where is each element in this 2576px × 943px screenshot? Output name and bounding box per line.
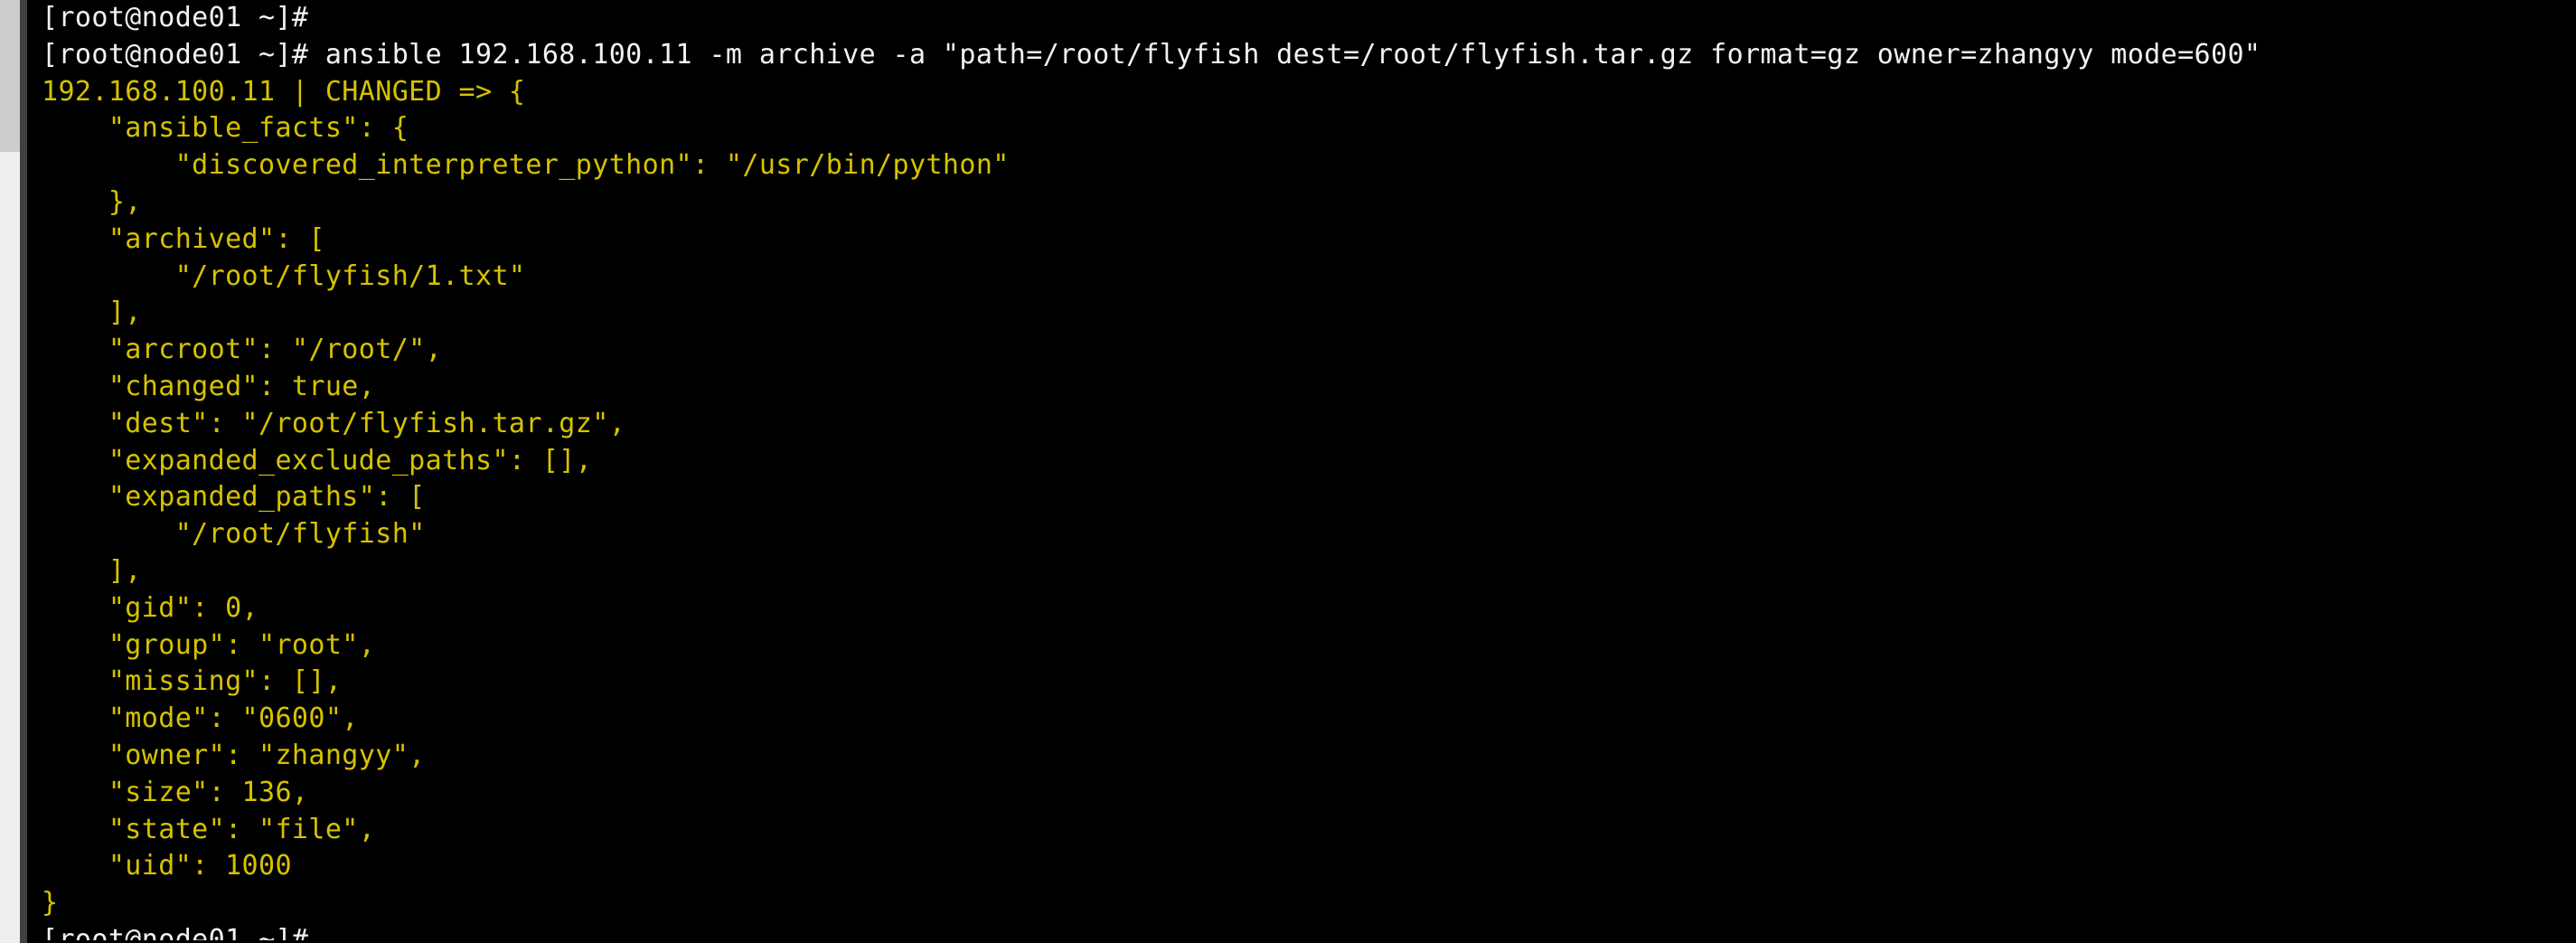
terminal-output-line: ], bbox=[42, 297, 142, 329]
terminal-output-line: "group": "root", bbox=[42, 628, 376, 661]
scrollbar-edge-divider bbox=[20, 0, 27, 943]
terminal-output-line: 192.168.100.11 | CHANGED => { bbox=[42, 75, 526, 108]
terminal-output-area[interactable]: [root@node01 ~]# [root@node01 ~]# ansible… bbox=[27, 0, 2576, 943]
terminal-output-line: "dest": "/root/flyfish.tar.gz", bbox=[42, 407, 626, 439]
terminal-output-line: ], bbox=[42, 554, 142, 587]
terminal-prompt-line: [root@node01 ~]# ansible 192.168.100.11 … bbox=[42, 38, 2261, 71]
terminal-output-line: "/root/flyfish/1.txt" bbox=[42, 259, 526, 292]
vertical-scrollbar[interactable] bbox=[0, 0, 27, 943]
terminal-output-line: "archived": [ bbox=[42, 222, 325, 255]
terminal-output-line: "ansible_facts": { bbox=[42, 112, 409, 145]
terminal-output-line: "size": 136, bbox=[42, 776, 309, 808]
terminal-window: [root@node01 ~]# [root@node01 ~]# ansible… bbox=[0, 0, 2576, 943]
terminal-output-line: "discovered_interpreter_python": "/usr/b… bbox=[42, 149, 1010, 182]
terminal-output-line: "gid": 0, bbox=[42, 591, 259, 624]
terminal-output-line: "missing": [], bbox=[42, 665, 343, 698]
terminal-output-line: "expanded_exclude_paths": [], bbox=[42, 444, 593, 476]
terminal-output-line: "uid": 1000 bbox=[42, 850, 292, 882]
terminal-output-line: "expanded_paths": [ bbox=[42, 481, 426, 514]
terminal-output-line: } bbox=[42, 887, 59, 919]
terminal-output-line: "mode": "0600", bbox=[42, 703, 359, 735]
terminal-output-line: }, bbox=[42, 185, 142, 218]
terminal-output-line: "state": "file", bbox=[42, 813, 376, 845]
terminal-output-line: "arcroot": "/root/", bbox=[42, 334, 443, 366]
terminal-prompt-line: [root@node01 ~]# bbox=[42, 923, 309, 940]
terminal-output-line: "/root/flyfish" bbox=[42, 518, 426, 551]
terminal-output-line: "owner": "zhangyy", bbox=[42, 739, 426, 771]
terminal-output-line: "changed": true, bbox=[42, 370, 376, 402]
terminal-prompt-line: [root@node01 ~]# bbox=[42, 2, 309, 33]
